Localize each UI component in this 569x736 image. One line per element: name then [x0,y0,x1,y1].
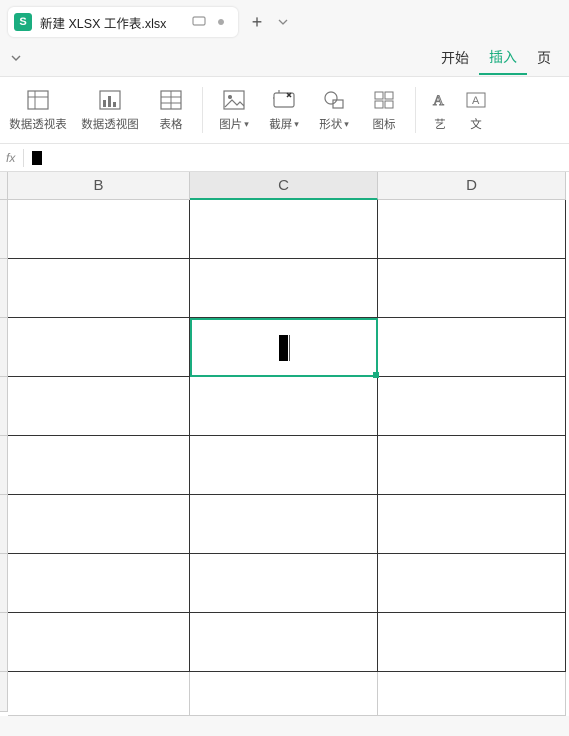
new-tab-button[interactable]: + [246,11,268,33]
presentation-mode-icon[interactable] [192,15,206,29]
icons-icon [372,88,396,112]
svg-text:A: A [472,95,480,107]
cell[interactable] [8,200,190,259]
text-caret [289,335,290,361]
cell[interactable] [378,377,566,436]
cell[interactable] [8,554,190,613]
menu-bar: 开始 插入 页 [0,40,569,76]
cell[interactable] [8,377,190,436]
cell-edit-cursor [279,335,288,361]
row-header[interactable] [0,318,8,377]
pivot-chart-button[interactable]: 数据透视图 [76,80,144,140]
pivot-table-icon [26,88,50,112]
column-header-b[interactable]: B [8,172,190,200]
cell[interactable] [190,259,378,318]
file-tab[interactable]: S 新建 XLSX 工作表.xlsx [8,7,238,37]
file-tab-title: 新建 XLSX 工作表.xlsx [40,13,184,32]
select-all-corner[interactable] [0,172,8,200]
new-tab-menu-icon[interactable] [276,15,290,29]
menu-tab-insert[interactable]: 插入 [479,41,527,75]
menu-tab-page[interactable]: 页 [527,42,561,74]
wordart-button[interactable]: A 艺 [424,80,456,140]
title-bar: S 新建 XLSX 工作表.xlsx + [0,0,569,40]
spreadsheet-doc-icon: S [14,13,32,31]
row-header[interactable] [0,259,8,318]
fx-label[interactable]: fx [6,151,15,165]
cell[interactable] [378,672,566,716]
ribbon-separator [415,87,416,133]
picture-label: 图片▾ [219,116,249,132]
chevron-down-icon: ▾ [294,119,299,130]
row-header[interactable] [0,613,8,672]
row-header[interactable] [0,495,8,554]
cell[interactable] [378,436,566,495]
ribbon-insert: 数据透视表 数据透视图 表格 图片▾ 截屏▾ 形状▾ 图标 [0,76,569,144]
picture-icon [222,88,246,112]
cell[interactable] [190,200,378,259]
fx-separator [23,149,24,167]
picture-button[interactable]: 图片▾ [211,80,257,140]
row-header[interactable] [0,554,8,613]
cell[interactable] [378,613,566,672]
chevron-down-icon: ▾ [344,119,349,130]
screenshot-label: 截屏▾ [269,116,299,132]
ribbon-separator [202,87,203,133]
pivot-chart-label: 数据透视图 [81,116,139,132]
icons-button[interactable]: 图标 [361,80,407,140]
formula-bar: fx [0,144,569,172]
column-header-d[interactable]: D [378,172,566,200]
shapes-icon [322,88,346,112]
cell[interactable] [190,495,378,554]
table-button[interactable]: 表格 [148,80,194,140]
cell[interactable] [190,377,378,436]
cells-area[interactable] [8,200,566,716]
textbox-label: 文 [470,116,482,132]
cell[interactable] [8,436,190,495]
cell[interactable] [190,672,378,716]
cell[interactable] [190,436,378,495]
row-header[interactable] [0,436,8,495]
cell[interactable] [8,259,190,318]
textbox-button[interactable]: A 文 [460,80,492,140]
active-cell[interactable] [190,318,378,377]
cell[interactable] [378,495,566,554]
shapes-label: 形状▾ [319,116,349,132]
shapes-button[interactable]: 形状▾ [311,80,357,140]
cell[interactable] [8,613,190,672]
column-header-row: B C D [0,172,569,200]
row-header[interactable] [0,200,8,259]
table-icon [159,88,183,112]
formula-value-cursor[interactable] [32,151,42,165]
cell[interactable] [378,554,566,613]
cell[interactable] [8,318,190,377]
row-header[interactable] [0,377,8,436]
icons-label: 图标 [373,116,396,132]
row-header-column [0,200,8,716]
cell[interactable] [8,495,190,554]
tab-menu-dot-icon[interactable] [214,15,228,29]
cell[interactable] [190,613,378,672]
table-label: 表格 [160,116,183,132]
cell[interactable] [378,200,566,259]
textbox-icon: A [464,88,488,112]
quick-access-dropdown-icon[interactable] [8,52,24,64]
svg-text:A: A [433,93,444,109]
cell[interactable] [378,318,566,377]
cell[interactable] [190,554,378,613]
wordart-icon: A [428,88,452,112]
chevron-down-icon: ▾ [244,119,249,130]
screenshot-button[interactable]: 截屏▾ [261,80,307,140]
wordart-label: 艺 [434,116,446,132]
menu-tab-start[interactable]: 开始 [431,42,479,74]
pivot-chart-icon [98,88,122,112]
fill-handle[interactable] [373,372,379,378]
row-header[interactable] [0,672,8,712]
pivot-table-label: 数据透视表 [9,116,67,132]
pivot-table-button[interactable]: 数据透视表 [4,80,72,140]
spreadsheet-grid[interactable]: B C D [0,172,569,716]
column-header-c[interactable]: C [190,172,378,200]
screenshot-icon [272,88,296,112]
cell[interactable] [8,672,190,716]
cell[interactable] [378,259,566,318]
